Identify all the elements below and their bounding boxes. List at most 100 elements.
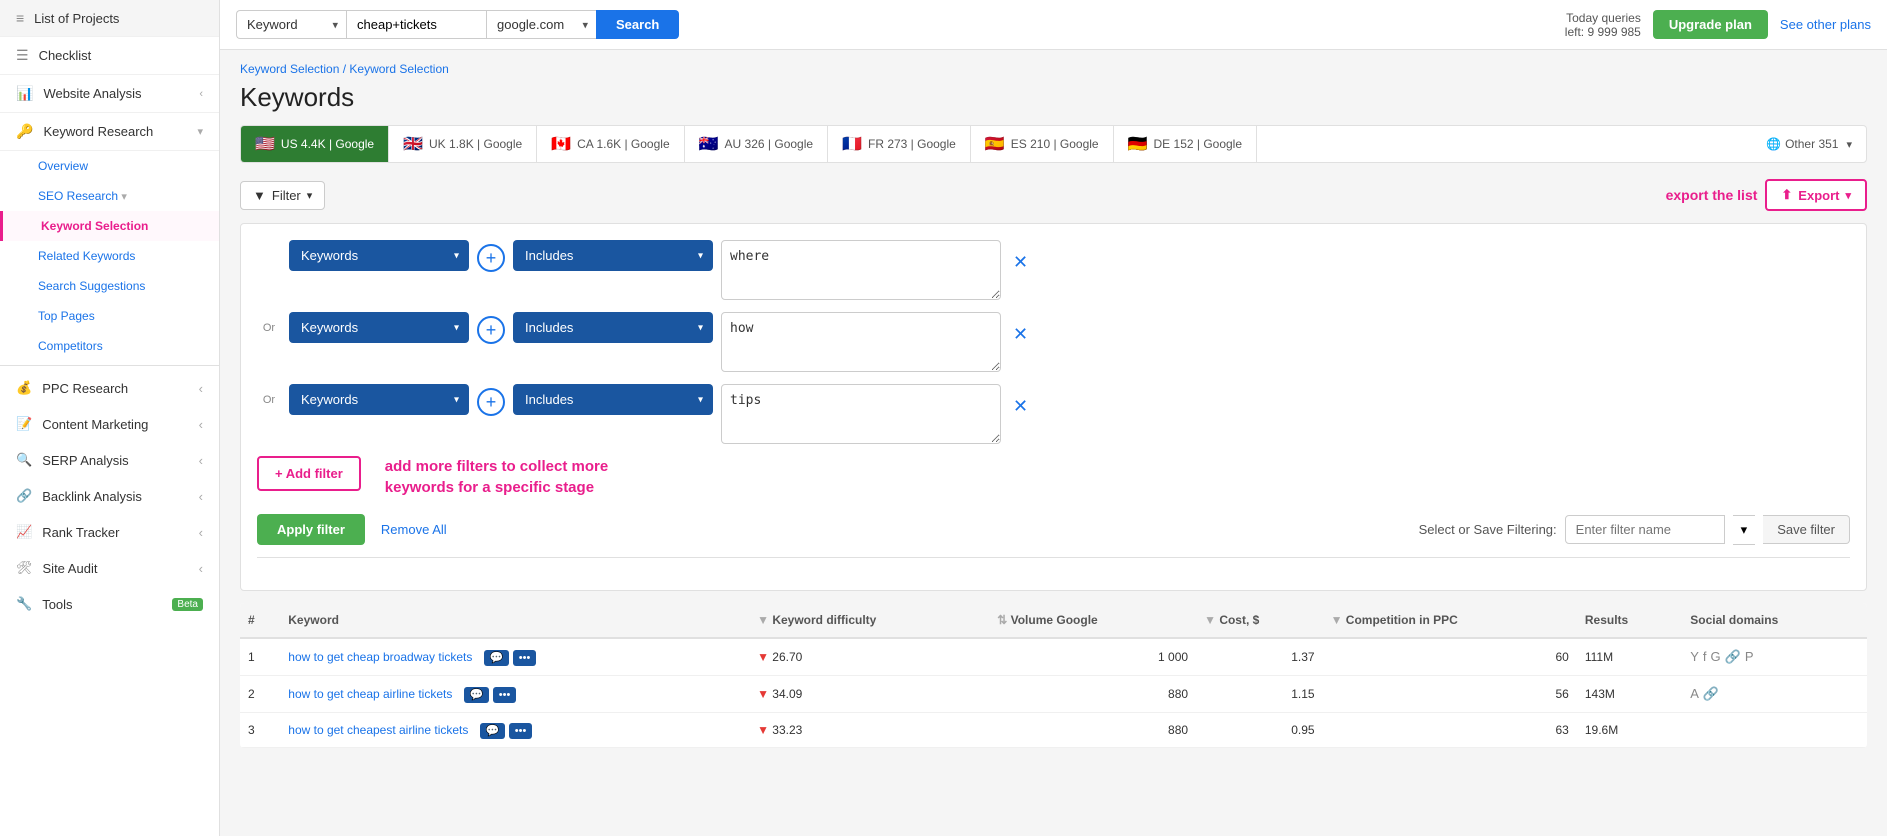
filter-condition-select-1[interactable]: Includes: [513, 240, 713, 271]
sidebar-item-keyword-research[interactable]: 🔑 Keyword Research ▾: [0, 113, 219, 151]
filter-condition-select-2[interactable]: Includes: [513, 312, 713, 343]
filter-field-select-3[interactable]: Keywords: [289, 384, 469, 415]
add-condition-button-3[interactable]: +: [477, 388, 505, 416]
col-label: Cost, $: [1219, 613, 1259, 627]
cell-difficulty: ▼ 33.23: [749, 713, 989, 748]
country-tab-other[interactable]: 🌐 Other 351 ▾: [1752, 129, 1866, 159]
sidebar-item-list-of-projects[interactable]: ≡ List of Projects: [0, 0, 219, 37]
sidebar-item-ppc-research[interactable]: 💰 PPC Research ‹: [0, 370, 219, 406]
more-icon[interactable]: •••: [513, 650, 537, 666]
country-tab-fr[interactable]: 🇫🇷 FR 273 | Google: [828, 126, 971, 162]
filter-value-1[interactable]: where: [721, 240, 1001, 300]
add-condition-button-2[interactable]: +: [477, 316, 505, 344]
sidebar-sub-search-suggestions[interactable]: Search Suggestions: [0, 271, 219, 301]
remove-filter-2[interactable]: ✕: [1009, 316, 1032, 353]
filter-condition-select-3[interactable]: Includes: [513, 384, 713, 415]
see-plans-link[interactable]: See other plans: [1780, 17, 1871, 32]
chevron-left-icon: ‹: [199, 453, 203, 468]
country-tab-au[interactable]: 🇦🇺 AU 326 | Google: [685, 126, 828, 162]
sidebar-sub-related-keywords[interactable]: Related Keywords: [0, 241, 219, 271]
sidebar-sub-overview[interactable]: Overview: [0, 151, 219, 181]
sidebar-sub-label: Search Suggestions: [38, 279, 145, 293]
chat-icon[interactable]: 💬: [464, 687, 490, 703]
filter-value-2[interactable]: how: [721, 312, 1001, 372]
search-input[interactable]: [346, 10, 486, 39]
filter-condition-wrap-1: Includes ▾: [513, 240, 713, 271]
save-filter-dropdown[interactable]: ▾: [1733, 515, 1756, 545]
sidebar-item-tools[interactable]: 🔧 Tools Beta: [0, 586, 219, 622]
chevron-left-icon: ‹: [199, 88, 203, 100]
table-row: 1 how to get cheap broadway tickets 💬 ••…: [240, 638, 1867, 676]
filter-button[interactable]: ▼ Filter ▾: [240, 181, 325, 210]
apply-filter-button[interactable]: Apply filter: [257, 514, 365, 545]
keyword-link[interactable]: how to get cheap airline tickets: [288, 687, 452, 701]
add-filter-button[interactable]: + Add filter: [257, 456, 361, 491]
chat-icon[interactable]: 💬: [480, 723, 506, 739]
search-type-select[interactable]: Keyword: [236, 10, 346, 39]
annotation-line1: add more filters to collect more: [385, 456, 608, 477]
breadcrumb-part1[interactable]: Keyword Selection: [240, 62, 339, 76]
remove-all-button[interactable]: Remove All: [381, 522, 447, 537]
flag-ca: 🇨🇦: [551, 134, 571, 154]
domain-select[interactable]: google.com: [486, 10, 596, 39]
breadcrumb: Keyword Selection / Keyword Selection: [240, 62, 1867, 76]
country-tab-ca[interactable]: 🇨🇦 CA 1.6K | Google: [537, 126, 684, 162]
more-icon[interactable]: •••: [509, 723, 533, 739]
sidebar-item-serp-analysis[interactable]: 🔍 SERP Analysis ‹: [0, 442, 219, 478]
sidebar-item-label: Site Audit: [43, 561, 98, 576]
filter-field-select-2[interactable]: Keywords: [289, 312, 469, 343]
sidebar: ≡ List of Projects ☰ Checklist 📊 Website…: [0, 0, 220, 836]
sidebar-item-website-analysis[interactable]: 📊 Website Analysis ‹: [0, 75, 219, 113]
keyword-link[interactable]: how to get cheapest airline tickets: [288, 723, 468, 737]
col-label: Keyword: [288, 613, 339, 627]
save-filter-input[interactable]: [1565, 515, 1725, 544]
col-volume[interactable]: ⇅ Volume Google: [989, 603, 1196, 638]
sidebar-sub-seo-research[interactable]: SEO Research ▾: [0, 181, 219, 211]
keyword-tools: 💬 •••: [480, 723, 533, 737]
sidebar-item-checklist[interactable]: ☰ Checklist: [0, 37, 219, 75]
cell-results: 111M: [1577, 638, 1682, 676]
col-competition[interactable]: ▼ Competition in PPC: [1323, 603, 1577, 638]
country-tab-label: ES 210 | Google: [1011, 137, 1099, 151]
country-tab-us[interactable]: 🇺🇸 US 4.4K | Google: [241, 126, 389, 162]
col-keyword: Keyword: [280, 603, 749, 638]
col-difficulty[interactable]: ▼ Keyword difficulty: [749, 603, 989, 638]
chart-icon: 📊: [16, 85, 33, 102]
country-tab-uk[interactable]: 🇬🇧 UK 1.8K | Google: [389, 126, 537, 162]
filter-value-3[interactable]: tips: [721, 384, 1001, 444]
sidebar-sub-top-pages[interactable]: Top Pages: [0, 301, 219, 331]
rank-icon: 📈: [16, 524, 32, 540]
search-button[interactable]: Search: [596, 10, 679, 39]
filter-field-select-1[interactable]: Keywords: [289, 240, 469, 271]
chat-icon[interactable]: 💬: [484, 650, 510, 666]
flag-fr: 🇫🇷: [842, 134, 862, 154]
cell-num: 3: [240, 713, 280, 748]
sidebar-item-site-audit[interactable]: 🛠 Site Audit ‹: [0, 550, 219, 586]
sidebar-sub-keyword-selection[interactable]: Keyword Selection: [0, 211, 219, 241]
sidebar-item-backlink-analysis[interactable]: 🔗 Backlink Analysis ‹: [0, 478, 219, 514]
remove-filter-3[interactable]: ✕: [1009, 388, 1032, 425]
remove-filter-1[interactable]: ✕: [1009, 244, 1032, 281]
sidebar-item-rank-tracker[interactable]: 📈 Rank Tracker ‹: [0, 514, 219, 550]
export-button[interactable]: ⬆ Export ▾: [1765, 179, 1867, 211]
results-table: # Keyword ▼ Keyword difficulty ⇅ Volume …: [240, 603, 1867, 748]
add-condition-button-1[interactable]: +: [477, 244, 505, 272]
save-filter-button[interactable]: Save filter: [1763, 515, 1850, 544]
keyword-tools: 💬 •••: [464, 687, 517, 701]
cell-results: 19.6M: [1577, 713, 1682, 748]
sidebar-item-label: List of Projects: [34, 11, 119, 26]
chevron-left-icon: ‹: [199, 489, 203, 504]
keyword-link[interactable]: how to get cheap broadway tickets: [288, 650, 472, 664]
breadcrumb-part2[interactable]: Keyword Selection: [349, 62, 448, 76]
sidebar-sub-competitors[interactable]: Competitors: [0, 331, 219, 361]
cell-competition: 63: [1323, 713, 1577, 748]
more-icon[interactable]: •••: [493, 687, 517, 703]
country-tab-es[interactable]: 🇪🇸 ES 210 | Google: [971, 126, 1114, 162]
cell-keyword: how to get cheap broadway tickets 💬 •••: [280, 638, 749, 676]
sidebar-item-content-marketing[interactable]: 📝 Content Marketing ‹: [0, 406, 219, 442]
col-cost[interactable]: ▼ Cost, $: [1196, 603, 1322, 638]
export-annotation: export the list: [1666, 187, 1758, 203]
country-tab-de[interactable]: 🇩🇪 DE 152 | Google: [1114, 126, 1257, 162]
upgrade-button[interactable]: Upgrade plan: [1653, 10, 1768, 39]
globe-icon: 🌐: [1766, 137, 1781, 151]
